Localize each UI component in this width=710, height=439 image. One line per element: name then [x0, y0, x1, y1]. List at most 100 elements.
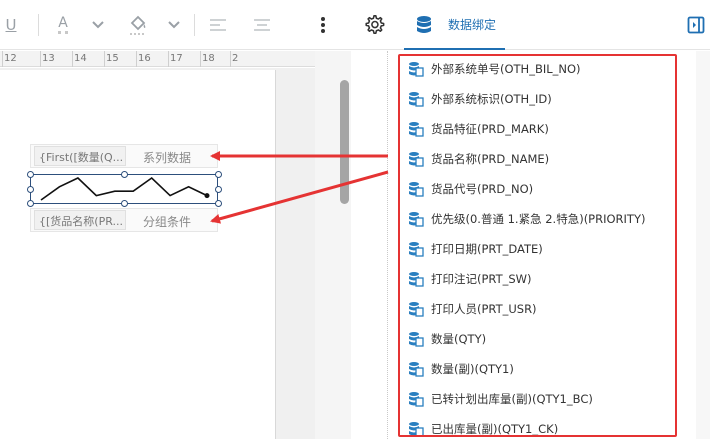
active-tab-indicator — [404, 48, 505, 50]
ruler-tick-label: 12 — [4, 53, 17, 64]
gear-icon — [365, 15, 385, 35]
tree-guide-line — [387, 51, 388, 439]
field-icon — [409, 212, 424, 227]
field-item[interactable]: 打印日期(PRT_DATE) — [408, 238, 543, 260]
field-icon — [409, 62, 424, 77]
collapse-panel-button[interactable] — [684, 0, 708, 50]
field-label: 优先级(0.普通 1.紧急 2.特急)(PRIORITY) — [431, 212, 646, 226]
field-label: 打印注记(PRT_SW) — [431, 272, 532, 286]
sparkline-last-point — [204, 193, 210, 199]
field-icon — [409, 272, 424, 287]
ruler-tick-label: 16 — [138, 53, 151, 64]
more-options-button[interactable] — [312, 0, 334, 50]
field-icon — [409, 422, 424, 435]
align-center-button[interactable] — [250, 0, 274, 50]
field-label: 已出库量(副)(QTY1_CK) — [431, 422, 559, 436]
align-left-icon — [210, 19, 226, 31]
ruler-mark — [136, 51, 137, 67]
canvas-scrollbar-thumb[interactable] — [340, 80, 349, 204]
series-data-field[interactable]: {First([数量(Q... — [34, 146, 126, 166]
field-icon — [409, 92, 424, 107]
ruler-mark — [168, 51, 169, 67]
field-icon — [409, 392, 424, 407]
resize-handle[interactable] — [121, 171, 128, 178]
report-page — [0, 70, 276, 439]
font-color-button[interactable]: A — [50, 0, 76, 50]
resize-handle[interactable] — [215, 171, 222, 178]
field-item[interactable]: 外部系统标识(OTH_ID) — [408, 88, 552, 110]
ruler-mark — [72, 51, 73, 67]
field-item[interactable]: 打印注记(PRT_SW) — [408, 268, 532, 290]
toolbar-divider — [194, 14, 195, 36]
field-label: 货品特征(PRD_MARK) — [431, 122, 549, 136]
field-label: 货品代号(PRD_NO) — [431, 182, 534, 196]
sparkline-chart — [40, 176, 210, 201]
settings-button[interactable] — [360, 0, 388, 50]
resize-handle[interactable] — [27, 186, 34, 193]
field-label: 外部系统标识(OTH_ID) — [431, 92, 552, 106]
field-item[interactable]: 货品代号(PRD_NO) — [408, 178, 533, 200]
field-item[interactable]: 数量(QTY) — [408, 328, 486, 350]
resize-handle[interactable] — [27, 171, 34, 178]
paint-bucket-icon — [130, 15, 146, 35]
font-color-dropdown[interactable] — [88, 0, 108, 50]
underline-icon: U — [5, 16, 17, 34]
more-vertical-icon — [321, 17, 325, 33]
series-data-caption: 系列数据 — [143, 151, 192, 165]
panel-collapse-icon — [687, 16, 705, 34]
field-icon — [409, 242, 424, 257]
underline-button[interactable]: U — [0, 0, 22, 50]
field-item[interactable]: 已出库量(副)(QTY1_CK) — [408, 418, 559, 436]
ruler-mark — [230, 51, 231, 67]
align-center-icon — [254, 19, 270, 31]
data-binding-tab-icon-wrap[interactable] — [412, 0, 436, 50]
field-label: 打印日期(PRT_DATE) — [431, 242, 543, 256]
resize-handle[interactable] — [215, 200, 222, 207]
chevron-down-icon — [92, 21, 104, 29]
field-label: 货品名称(PRD_NAME) — [431, 152, 550, 166]
ruler-tick-label: 18 — [202, 53, 215, 64]
field-item[interactable]: 货品名称(PRD_NAME) — [408, 148, 549, 170]
ruler-tick-label: 13 — [42, 53, 55, 64]
ruler-tick-label: 2 — [232, 53, 239, 64]
resize-handle[interactable] — [121, 200, 128, 207]
panel-scrollbar[interactable] — [696, 51, 710, 439]
ruler-mark — [200, 51, 201, 67]
field-item[interactable]: 货品特征(PRD_MARK) — [408, 118, 549, 140]
fill-color-dropdown[interactable] — [164, 0, 184, 50]
field-icon — [409, 332, 424, 347]
ruler-mark — [104, 51, 105, 67]
field-label: 数量(QTY) — [431, 332, 487, 346]
resize-handle[interactable] — [215, 186, 222, 193]
group-condition-caption: 分组条件 — [143, 215, 192, 229]
field-item[interactable]: 数量(副)(QTY1) — [408, 358, 514, 380]
chevron-down-icon — [168, 21, 180, 29]
ruler-tick-label: 14 — [74, 53, 87, 64]
field-item[interactable]: 优先级(0.普通 1.紧急 2.特急)(PRIORITY) — [408, 208, 645, 230]
field-label: 外部系统单号(OTH_BIL_NO) — [431, 62, 581, 76]
ruler-tick-label: 17 — [170, 53, 183, 64]
align-left-button[interactable] — [206, 0, 230, 50]
field-icon — [409, 152, 424, 167]
field-icon — [409, 362, 424, 377]
group-condition-field[interactable]: {[货品名称(PR... — [34, 210, 126, 230]
horizontal-ruler: 12 13 14 15 16 17 18 2 — [0, 51, 315, 67]
field-label: 已转计划出库量(副)(QTY1_BC) — [431, 392, 593, 406]
sparkline-series-line — [40, 176, 208, 201]
field-label: 打印人员(PRT_USR) — [431, 302, 537, 316]
field-icon — [409, 182, 424, 197]
field-icon — [409, 122, 424, 137]
database-icon — [417, 16, 431, 33]
resize-handle[interactable] — [27, 200, 34, 207]
tab-data-binding[interactable]: 数据绑定 — [448, 16, 496, 33]
fill-color-button[interactable] — [124, 0, 152, 50]
toolbar-divider — [38, 14, 39, 36]
font-color-icon: A — [58, 16, 68, 34]
field-item[interactable]: 打印人员(PRT_USR) — [408, 298, 537, 320]
field-item[interactable]: 外部系统单号(OTH_BIL_NO) — [408, 58, 581, 80]
field-list: 外部系统单号(OTH_BIL_NO) 外部系统标识(OTH_ID) 货品特征(PRD… — [398, 54, 677, 437]
field-item[interactable]: 已转计划出库量(副)(QTY1_BC) — [408, 388, 593, 410]
toolbar: U A 数据绑定 — [0, 0, 710, 50]
ruler-tick-label: 15 — [106, 53, 119, 64]
field-icon — [409, 302, 424, 317]
